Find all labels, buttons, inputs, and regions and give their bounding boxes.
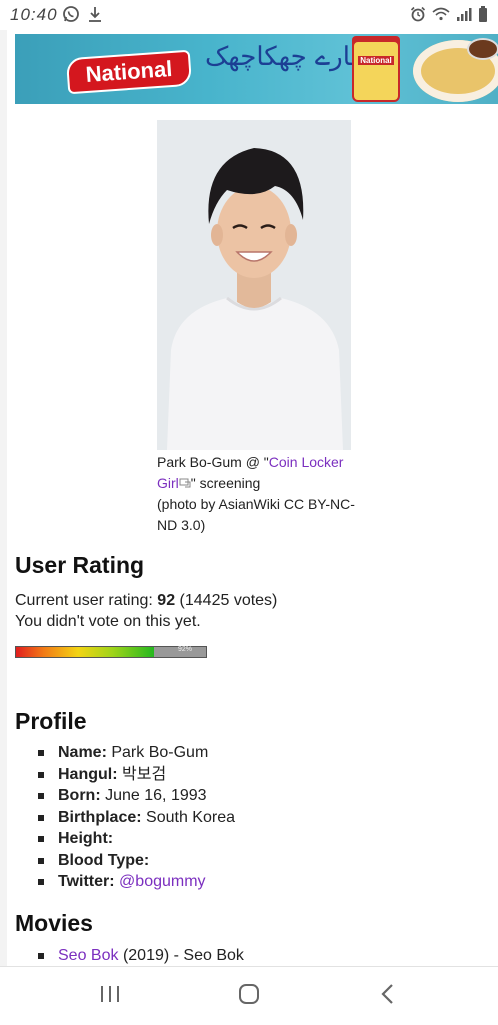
- wifi-icon: [432, 7, 450, 26]
- rating-value: 92: [157, 592, 176, 609]
- profile-value: South Korea: [146, 808, 235, 826]
- whatsapp-icon: [62, 5, 80, 28]
- profile-label: Height:: [58, 830, 114, 847]
- caption-credit: (photo by AsianWiki CC BY-NC-ND 3.0): [157, 496, 355, 533]
- alarm-icon: [410, 6, 426, 27]
- download-icon: [88, 6, 102, 27]
- twitter-link[interactable]: @bogummy: [119, 873, 206, 890]
- status-time: 10:40: [10, 5, 58, 24]
- movies-list: Seo Bok (2019) - Seo Bok: [36, 945, 244, 966]
- profile-label: Twitter:: [58, 873, 115, 890]
- profile-label: Born:: [58, 787, 101, 804]
- page-left-strip: [0, 30, 7, 966]
- rating-bar-fill: [16, 647, 155, 657]
- profile-photo[interactable]: [157, 120, 351, 450]
- user-rating-text: Current user rating: 92 (14425 votes) Yo…: [15, 590, 277, 632]
- android-nav-bar: [0, 966, 498, 1025]
- person-photo-illustration: [157, 120, 351, 450]
- rating-bar[interactable]: 92%: [15, 646, 207, 658]
- profile-label: Blood Type:: [58, 851, 150, 869]
- home-button[interactable]: [229, 981, 269, 1011]
- chutney-bowl-image: [467, 38, 498, 60]
- caption-prefix: Park Bo-Gum @ ": [157, 454, 269, 470]
- profile-item-blood-type: Blood Type:: [36, 850, 235, 872]
- profile-value: 박보검: [122, 765, 167, 783]
- home-icon: [238, 983, 260, 1010]
- user-rating-heading: User Rating: [15, 552, 145, 578]
- profile-value: June 16, 1993: [105, 787, 207, 804]
- profile-item-height: Height:: [36, 828, 235, 850]
- national-logo: National: [65, 49, 193, 95]
- rating-votes: (14425 votes): [179, 592, 278, 609]
- movie-role: - Seo Bok: [173, 947, 244, 964]
- vote-status: You didn't vote on this yet.: [15, 613, 201, 630]
- profile-label: Name:: [58, 744, 107, 761]
- external-link-icon: [179, 475, 191, 491]
- movie-year: (2019): [122, 947, 170, 964]
- signal-icon: [456, 7, 472, 26]
- profile-value: Park Bo-Gum: [111, 744, 209, 761]
- recent-apps-button[interactable]: [90, 981, 130, 1011]
- profile-item-birthplace: Birthplace: South Korea: [36, 807, 235, 829]
- movie-item: Seo Bok (2019) - Seo Bok: [36, 945, 244, 966]
- back-icon: [380, 983, 396, 1010]
- photo-caption: Park Bo-Gum @ "Coin Locker Girl " screeni…: [157, 452, 367, 536]
- profile-item-twitter: Twitter: @bogummy: [36, 871, 235, 893]
- status-bar: 10:40: [0, 0, 498, 30]
- movies-heading: Movies: [15, 910, 93, 936]
- banner-ad[interactable]: National چٹخارے چھکاچھک National: [15, 34, 498, 104]
- movie-link[interactable]: Seo Bok: [58, 947, 118, 964]
- battery-icon: [478, 6, 488, 27]
- profile-item-name: Name: Park Bo-Gum: [36, 742, 235, 764]
- rating-label: Current user rating:: [15, 592, 153, 609]
- profile-label: Birthplace:: [58, 808, 142, 826]
- profile-heading: Profile: [15, 708, 87, 734]
- product-jar-image: National: [352, 40, 400, 102]
- profile-label: Hangul:: [58, 765, 118, 783]
- recent-apps-icon: [99, 984, 121, 1009]
- profile-item-hangul: Hangul: 박보검: [36, 764, 235, 786]
- jar-label: National: [358, 56, 394, 65]
- profile-list: Name: Park Bo-Gum Hangul: 박보검 Born: June…: [36, 742, 235, 893]
- rating-bar-label: 92%: [177, 646, 192, 653]
- profile-item-born: Born: June 16, 1993: [36, 785, 235, 807]
- caption-suffix: " screening: [190, 475, 261, 491]
- back-button[interactable]: [368, 981, 408, 1011]
